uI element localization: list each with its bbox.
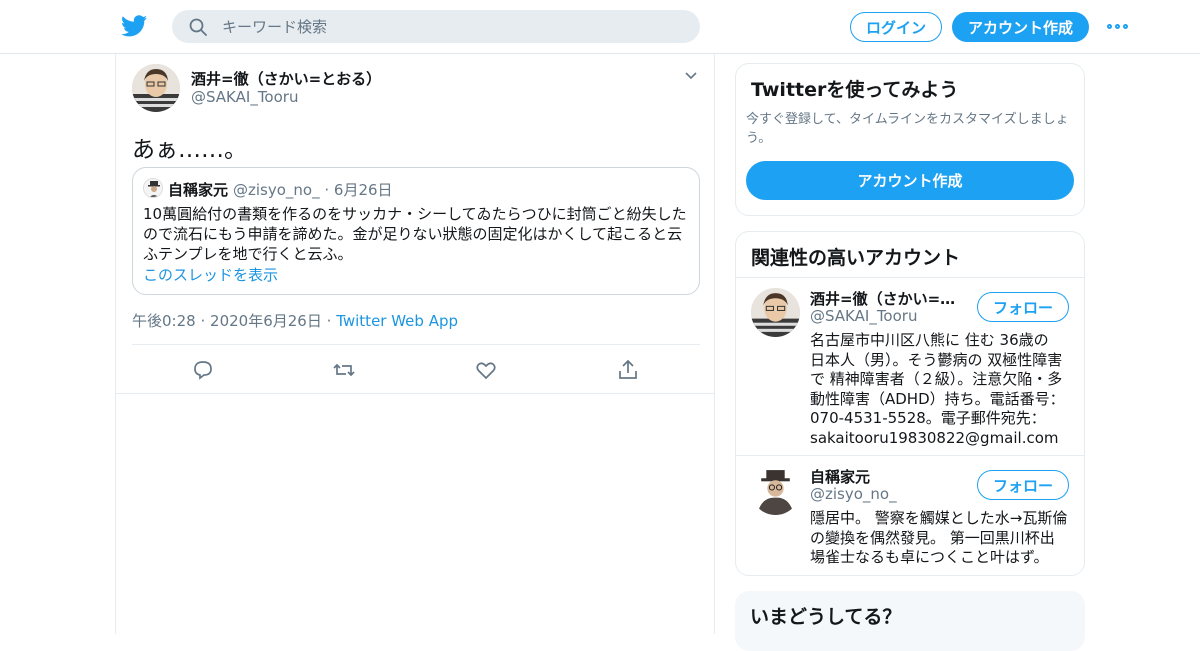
signup-button[interactable]: アカウント作成 [952,12,1089,42]
share-icon[interactable] [616,358,640,382]
account-name[interactable]: 自稱家元 [810,466,970,487]
account-bio: 名古屋市中川区八熊に 住む 36歳の 日本人（男）。そう鬱病の 双極性障害で 精… [810,331,1065,447]
like-icon[interactable] [474,358,498,382]
show-thread-link[interactable]: このスレッドを表示 [143,264,278,285]
divider [132,344,700,345]
author-name[interactable]: 酒井=徹（さかい=とおる） [191,68,381,89]
tweet-text: あぁ……。 [132,137,247,163]
tweet-actions [132,354,700,386]
signup-card-title: Twitterを使ってみよう [751,79,959,101]
tweet-source-app[interactable]: Twitter Web App [336,312,458,330]
quoted-tweet[interactable]: 自稱家元 @zisyo_no_ · 6月26日 10萬圓給付の書類を作るのをサッ… [132,167,700,295]
related-accounts-card: 関連性の高いアカウント 酒井=徹（さかい=とおる） @SAKAI_Tooru フ… [735,231,1085,576]
search-icon [189,18,207,36]
account-bio: 隱居中。 警察を觸媒とした水→瓦斯倫の變換を偶然發見。 第一回黒川杯出場雀士なる… [810,509,1068,566]
divider [116,393,714,394]
quoted-text: 10萬圓給付の書類を作るのをサッカナ・シーしてゐたらつひに封筒ごと紛失したので流… [143,205,687,263]
signup-card: Twitterを使ってみよう 今すぐ登録して、タイムラインをカスタマイズしましょ… [735,63,1085,216]
retweet-icon[interactable] [332,358,356,382]
follow-button[interactable]: フォロー [977,470,1069,500]
tweet-meta: 午後0:28 · 2020年6月26日 · Twitter Web App [132,310,458,331]
trends-card: いまどうしてる？ [735,591,1085,651]
top-bar: ログイン アカウント作成 [0,0,1200,54]
meta-separator: · [326,312,332,330]
quoted-date: · 6月26日 [324,181,393,199]
related-account[interactable]: 自稱家元 @zisyo_no_ フォロー 隱居中。 警察を觸媒とした水→瓦斯倫の… [736,456,1084,574]
twitter-bird-icon[interactable] [121,14,147,38]
trends-title: いまどうしてる？ [750,606,902,628]
tweet-time[interactable]: 午後0:28 [132,312,196,330]
account-name[interactable]: 酒井=徹（さかい=とおる） [810,288,970,309]
author-avatar[interactable] [132,64,180,112]
chevron-down-icon[interactable] [683,68,699,84]
quoted-handle-date: @zisyo_no_ · 6月26日 [233,179,393,200]
signup-card-button[interactable]: アカウント作成 [746,161,1074,200]
quoted-author-handle: @zisyo_no_ [233,181,320,199]
related-account[interactable]: 酒井=徹（さかい=とおる） @SAKAI_Tooru フォロー 名古屋市中川区八… [736,278,1084,455]
quoted-author-name: 自稱家元 [168,181,229,199]
quoted-avatar [143,178,163,198]
account-avatar[interactable] [751,466,800,515]
search-input[interactable] [222,10,682,43]
account-avatar[interactable] [751,288,800,337]
account-handle[interactable]: @SAKAI_Tooru [810,307,917,325]
more-options-icon[interactable] [1107,20,1129,32]
signup-card-description: 今すぐ登録して、タイムラインをカスタマイズしましょう。 [746,112,1069,146]
search-bar[interactable] [172,10,700,43]
reply-icon[interactable] [191,358,215,382]
meta-separator: · [200,312,206,330]
login-button[interactable]: ログイン [850,12,942,42]
tweet-column: 酒井=徹（さかい=とおる） @SAKAI_Tooru あぁ……。 自稱家元 @z… [115,54,715,634]
account-handle[interactable]: @zisyo_no_ [810,485,897,503]
related-accounts-title: 関連性の高いアカウント [751,247,961,269]
author-handle[interactable]: @SAKAI_Tooru [191,88,298,106]
follow-button[interactable]: フォロー [977,292,1069,322]
tweet-date[interactable]: 2020年6月26日 [210,312,322,330]
